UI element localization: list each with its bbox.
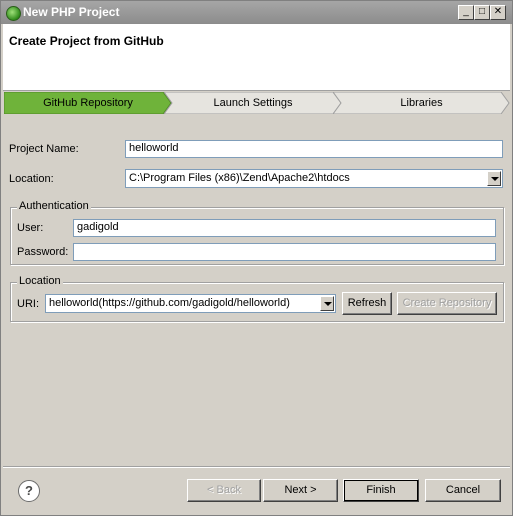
- refresh-button[interactable]: Refresh: [342, 292, 392, 315]
- cancel-button[interactable]: Cancel: [425, 479, 501, 502]
- help-icon[interactable]: ?: [18, 480, 40, 502]
- title-bar[interactable]: New PHP Project _ □ ✕: [1, 1, 512, 24]
- project-name-label: Project Name:: [9, 143, 79, 155]
- finish-button[interactable]: Finish: [343, 479, 419, 502]
- back-button[interactable]: < Back: [187, 479, 261, 502]
- step-label: Libraries: [400, 97, 443, 109]
- project-name-input[interactable]: helloworld: [125, 140, 503, 158]
- step-github-repository[interactable]: GitHub Repository: [4, 92, 172, 114]
- repository-location-group: Location URI: helloworld(https://github.…: [10, 275, 504, 322]
- next-button[interactable]: Next >: [263, 479, 338, 502]
- location-value: C:\Program Files (x86)\Zend\Apache2\htdo…: [129, 172, 350, 184]
- authentication-group: Authentication User: gadigold Password:: [10, 200, 504, 265]
- wizard-steps: GitHub Repository Launch Settings Librar…: [4, 92, 510, 114]
- wizard-header: Create Project from GitHub: [3, 24, 510, 91]
- chevron-down-icon[interactable]: [487, 171, 501, 186]
- zend-app-icon: [6, 6, 21, 21]
- page-title: Create Project from GitHub: [9, 34, 164, 48]
- authentication-group-title: Authentication: [17, 200, 91, 212]
- step-launch-settings[interactable]: Launch Settings: [164, 92, 342, 114]
- location-select[interactable]: C:\Program Files (x86)\Zend\Apache2\htdo…: [125, 169, 503, 188]
- dialog-window: New PHP Project _ □ ✕ Create Project fro…: [0, 0, 513, 516]
- password-input[interactable]: [73, 243, 496, 261]
- location-group-title: Location: [17, 275, 63, 287]
- minimize-button[interactable]: _: [458, 5, 474, 20]
- chevron-down-icon[interactable]: [320, 296, 334, 311]
- uri-label: URI:: [17, 298, 39, 310]
- step-label: Launch Settings: [213, 97, 293, 109]
- create-repository-button[interactable]: Create Repository: [397, 292, 497, 315]
- password-label: Password:: [17, 246, 69, 258]
- window-title: New PHP Project: [23, 5, 120, 19]
- step-libraries[interactable]: Libraries: [333, 92, 510, 114]
- footer-separator: [3, 466, 510, 468]
- close-button[interactable]: ✕: [490, 5, 506, 20]
- location-label: Location:: [9, 173, 54, 185]
- uri-value: helloworld(https://github.com/gadigold/h…: [49, 297, 290, 309]
- maximize-button[interactable]: □: [474, 5, 490, 20]
- user-label: User:: [17, 222, 44, 234]
- uri-select[interactable]: helloworld(https://github.com/gadigold/h…: [45, 294, 336, 313]
- step-label: GitHub Repository: [43, 97, 133, 109]
- user-input[interactable]: gadigold: [73, 219, 496, 237]
